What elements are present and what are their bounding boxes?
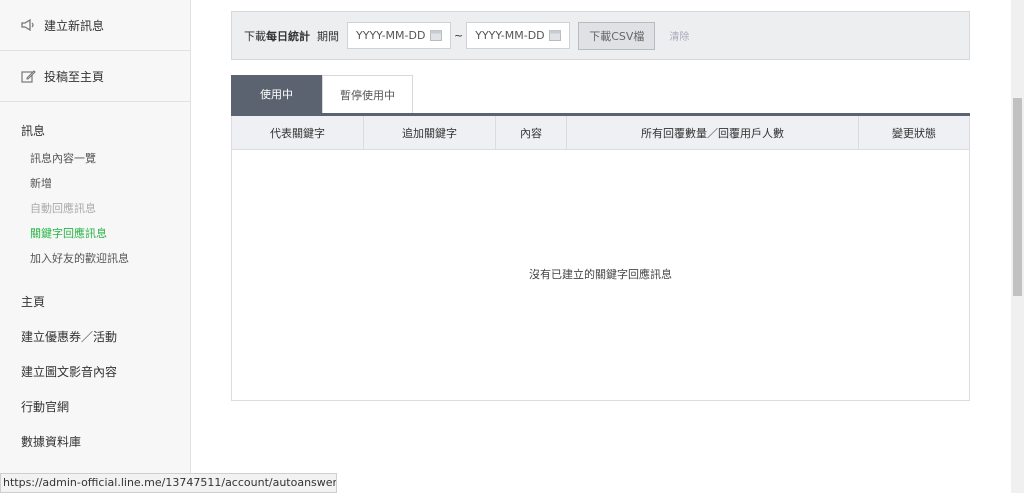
- sidebar: 建立新訊息 投稿至主頁 訊息 訊息內容一覽 新增 自動回應訊息 關鍵字回應訊息 …: [0, 0, 191, 493]
- vertical-scrollbar[interactable]: [1011, 0, 1024, 493]
- sidebar-item-mobile-site[interactable]: 行動官網: [21, 390, 190, 425]
- edit-icon: [20, 68, 36, 84]
- post-to-home-button[interactable]: 投稿至主頁: [0, 51, 190, 102]
- sidebar-item-message-list[interactable]: 訊息內容一覽: [21, 146, 190, 171]
- calendar-icon[interactable]: [430, 29, 442, 41]
- column-header: 變更狀態: [892, 126, 936, 140]
- tab-active[interactable]: 使用中: [231, 75, 322, 113]
- megaphone-icon: [20, 17, 36, 33]
- period-label: 期間: [317, 29, 339, 43]
- filter-label: 下載每日統計: [244, 29, 310, 43]
- keyword-table: 代表關鍵字 追加關鍵字 內容 所有回覆數量／回覆用戶人數 變更狀態 沒有已建立的…: [231, 116, 970, 401]
- status-bar-url: https://admin-official.line.me/13747511/…: [0, 473, 337, 493]
- create-message-label: 建立新訊息: [44, 18, 105, 33]
- sidebar-item-welcome-message[interactable]: 加入好友的歡迎訊息: [21, 246, 190, 271]
- download-csv-button[interactable]: 下載CSV檔: [578, 21, 656, 50]
- column-header: 所有回覆數量／回覆用戶人數: [567, 116, 859, 149]
- messages-title[interactable]: 訊息: [21, 116, 190, 146]
- sidebar-item-database[interactable]: 數據資料庫: [21, 425, 190, 460]
- date-range-separator: ~: [454, 29, 464, 42]
- column-header: 代表關鍵字: [232, 116, 364, 149]
- messages-section: 訊息 訊息內容一覽 新增 自動回應訊息 關鍵字回應訊息 加入好友的歡迎訊息 主頁…: [0, 116, 190, 460]
- sidebar-item-rich-content[interactable]: 建立圖文影音內容: [21, 355, 190, 390]
- sidebar-item-new[interactable]: 新增: [21, 171, 190, 196]
- sidebar-item-auto-reply[interactable]: 自動回應訊息: [21, 196, 190, 221]
- post-to-home-label: 投稿至主頁: [44, 69, 105, 84]
- start-date-input[interactable]: YYYY-MM-DD: [347, 22, 451, 49]
- end-date-input[interactable]: YYYY-MM-DD: [466, 22, 571, 49]
- main-content: 下載每日統計 期間 YYYY-MM-DD ~ YYYY-MM-DD 下載CSV檔…: [191, 0, 1011, 493]
- daily-stats-filter: 下載每日統計 期間 YYYY-MM-DD ~ YYYY-MM-DD 下載CSV檔…: [231, 11, 970, 60]
- table-header: 代表關鍵字 追加關鍵字 內容 所有回覆數量／回覆用戶人數 變更狀態: [232, 116, 969, 150]
- sidebar-item-keyword-reply[interactable]: 關鍵字回應訊息: [21, 221, 190, 246]
- column-header: 內容: [496, 116, 567, 149]
- sidebar-item-coupons[interactable]: 建立優惠券／活動: [21, 320, 190, 355]
- clear-link[interactable]: 清除: [669, 28, 689, 43]
- empty-state-message: 沒有已建立的關鍵字回應訊息: [529, 268, 672, 281]
- tab-paused[interactable]: 暫停使用中: [322, 75, 413, 113]
- column-header: 追加關鍵字: [364, 116, 496, 149]
- scrollbar-thumb[interactable]: [1013, 98, 1022, 296]
- sidebar-item-home[interactable]: 主頁: [21, 285, 190, 320]
- create-message-button[interactable]: 建立新訊息: [0, 0, 190, 51]
- calendar-icon[interactable]: [549, 29, 562, 41]
- status-tabs: 使用中 暫停使用中: [231, 75, 413, 113]
